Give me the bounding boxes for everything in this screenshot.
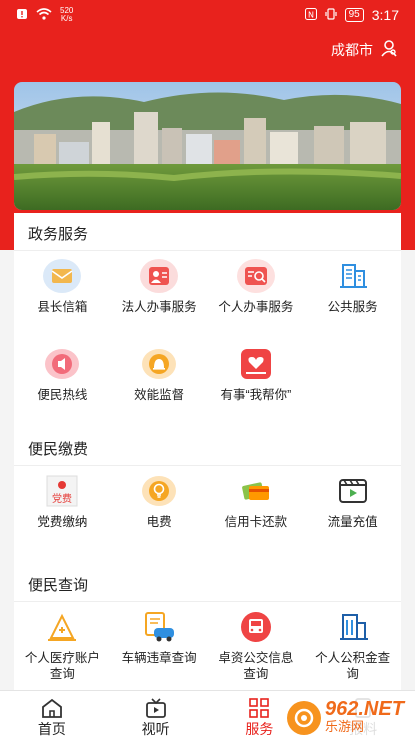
payment-item-electricity[interactable]: 电费 — [111, 466, 208, 568]
watermark-icon — [287, 701, 321, 735]
service-item-efficiency[interactable]: 效能监督 — [111, 339, 208, 425]
svg-text:党费: 党费 — [52, 492, 72, 505]
query-item-medical[interactable]: 个人医疗账户查询 — [14, 602, 111, 690]
status-bar: 520 K/s N 95 3:17 — [0, 0, 415, 30]
network-speed: 520 K/s — [60, 6, 74, 23]
heart-hand-icon — [237, 347, 275, 381]
payment-item-data-topup[interactable]: 流量充值 — [304, 466, 401, 568]
party-fee-icon: 党费 — [43, 474, 81, 508]
query-item-bus[interactable]: 卓资公交信息查询 — [208, 602, 305, 690]
city-label: 成都市 — [331, 41, 373, 58]
service-item-help-you[interactable]: 有事“我帮你” — [208, 339, 305, 425]
wifi-icon — [36, 7, 52, 23]
query-item-car-violation[interactable]: 车辆违章查询 — [111, 602, 208, 690]
location-person-icon — [379, 38, 399, 61]
legal-person-icon — [140, 259, 179, 293]
video-data-icon — [334, 474, 372, 508]
location-selector[interactable]: 成都市 — [331, 38, 399, 61]
queries-section: 便民查询 个人医疗账户查询 车辆违章查询 卓资公交信息查询 个人公积金查询 — [14, 564, 401, 690]
watermark-logo: 962.NET 乐游网 — [281, 696, 411, 740]
payments-section: 便民缴费 党费 党费缴纳 电费 信用卡还款 流量充值 — [14, 428, 401, 568]
service-item-hotline[interactable]: 便民热线 — [14, 339, 111, 425]
section-title: 政务服务 — [14, 213, 401, 251]
bulb-icon — [140, 474, 178, 508]
bell-icon — [140, 347, 178, 381]
video-icon — [144, 697, 168, 719]
payment-item-party-fee[interactable]: 党费 党费缴纳 — [14, 466, 111, 568]
vibrate-icon — [325, 7, 337, 23]
payment-item-credit-card[interactable]: 信用卡还款 — [208, 466, 305, 568]
city-banner-image[interactable] — [14, 82, 401, 210]
fund-icon — [334, 610, 372, 644]
car-violation-icon — [140, 610, 178, 644]
personal-affairs-icon — [236, 259, 275, 293]
gov-services-section: 政务服务 县长信箱 法人办事服务 个人办事服务 公共服务 便民热线 效能监督 有… — [14, 213, 401, 438]
grid-icon — [247, 697, 271, 719]
service-item-county-mailbox[interactable]: 县长信箱 — [14, 251, 111, 339]
building-icon — [334, 259, 372, 293]
query-item-provident-fund[interactable]: 个人公积金查询 — [304, 602, 401, 690]
medical-icon — [43, 610, 81, 644]
credit-card-icon — [237, 474, 275, 508]
home-icon — [40, 697, 64, 719]
section-title: 便民缴费 — [14, 428, 401, 466]
service-item-personal-affairs[interactable]: 个人办事服务 — [208, 251, 305, 339]
battery-indicator: 95 — [344, 8, 364, 22]
hotline-icon — [43, 347, 81, 381]
bus-icon — [237, 610, 275, 644]
tab-video[interactable]: 视听 — [104, 691, 208, 742]
section-title: 便民查询 — [14, 564, 401, 602]
mailbox-icon — [43, 259, 82, 293]
service-item-legal-person[interactable]: 法人办事服务 — [111, 251, 208, 339]
sim-alert-icon — [16, 8, 28, 23]
tab-home[interactable]: 首页 — [0, 691, 104, 742]
bottom-nav: 首页 视听 服务 报料 962.NET 乐游网 — [0, 690, 415, 742]
clock: 3:17 — [371, 7, 399, 23]
nfc-icon: N — [304, 7, 317, 23]
service-item-public[interactable]: 公共服务 — [304, 251, 401, 339]
svg-text:N: N — [308, 10, 314, 19]
